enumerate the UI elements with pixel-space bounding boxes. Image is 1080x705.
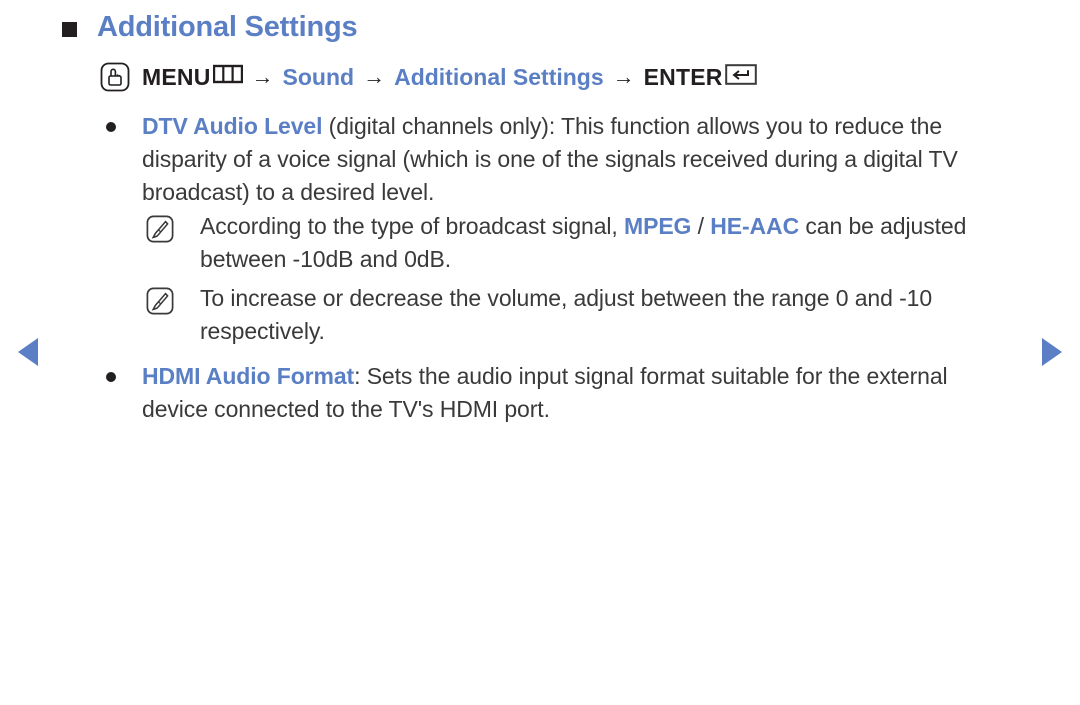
bullet-item-dtv-audio-level: DTV Audio Level (digital channels only):… xyxy=(106,110,1006,209)
note-separator: / xyxy=(691,213,711,239)
path-arrow-1: → xyxy=(251,64,274,89)
bullet-text: HDMI Audio Format: Sets the audio input … xyxy=(142,360,1006,426)
menu-grid-icon xyxy=(212,64,243,90)
note-pencil-icon xyxy=(146,215,174,243)
bullet-dot-icon xyxy=(106,372,116,382)
path-step-additional-settings[interactable]: Additional Settings xyxy=(394,64,604,91)
note-item-mpeg-heaac: According to the type of broadcast signa… xyxy=(146,210,1026,276)
next-page-arrow[interactable] xyxy=(1042,338,1062,366)
note-item-volume-range: To increase or decrease the volume, adju… xyxy=(146,282,1026,348)
emanual-page: Additional Settings MENU → Sound → Addit… xyxy=(0,0,1080,705)
note-prefix: According to the type of broadcast signa… xyxy=(200,213,625,239)
path-arrow-3: → xyxy=(612,64,635,89)
bullet-text: DTV Audio Level (digital channels only):… xyxy=(142,110,1006,209)
menu-label: MENU xyxy=(142,63,211,90)
path-step-sound[interactable]: Sound xyxy=(283,64,355,91)
bullet-item-hdmi-audio-format: HDMI Audio Format: Sets the audio input … xyxy=(106,360,1006,426)
oo-touch-button-icon xyxy=(100,62,130,92)
page-title: Additional Settings xyxy=(97,11,358,43)
note-keyword-heaac: HE-AAC xyxy=(710,213,800,239)
enter-return-key-icon xyxy=(724,63,757,91)
note-pencil-icon xyxy=(146,287,174,315)
bullet-dot-icon xyxy=(106,122,116,132)
note-text: To increase or decrease the volume, adju… xyxy=(200,285,933,344)
page-title-row: Additional Settings xyxy=(62,11,358,44)
note-text: According to the type of broadcast signa… xyxy=(200,210,1026,276)
previous-page-arrow[interactable] xyxy=(18,338,38,366)
bullet-keyword: HDMI Audio Format xyxy=(142,363,355,389)
square-bullet-icon xyxy=(62,22,77,38)
note-keyword-mpeg: MPEG xyxy=(624,213,692,239)
enter-label: ENTER xyxy=(643,63,723,90)
path-arrow-2: → xyxy=(363,64,386,89)
bullet-keyword: DTV Audio Level xyxy=(142,113,323,139)
menu-path: MENU → Sound → Additional Settings → ENT… xyxy=(100,62,757,92)
